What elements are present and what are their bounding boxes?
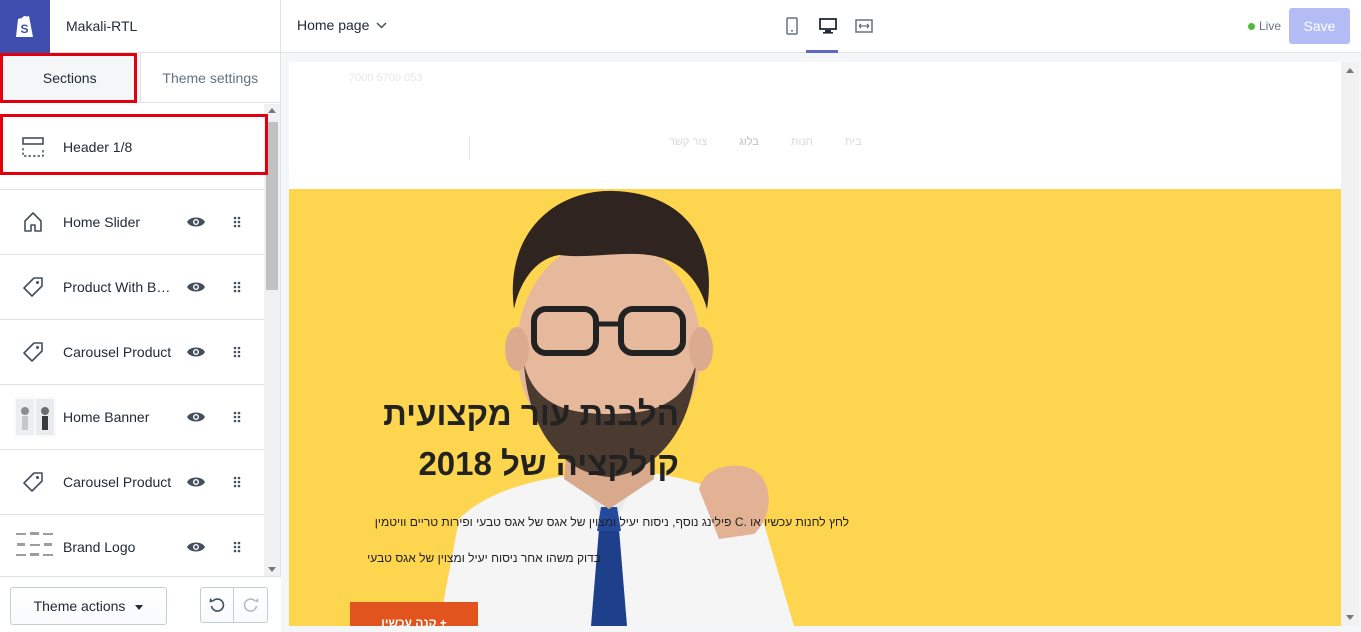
preview-phone: 7000 5700 053 <box>349 72 423 84</box>
section-home-banner[interactable]: Home Banner <box>0 385 264 450</box>
full-width-view-button[interactable] <box>853 14 875 38</box>
live-status-label: Live <box>1259 19 1282 33</box>
shop-now-button[interactable]: + קנה עכשיו <box>350 602 478 626</box>
section-carousel-product-2[interactable]: Carousel Product <box>0 450 264 515</box>
tab-theme-settings[interactable]: Theme settings <box>141 53 281 102</box>
brand-bar: S Makali-RTL <box>0 0 280 53</box>
section-label: Product With Ba… <box>63 279 178 295</box>
section-label: Home Banner <box>63 409 150 425</box>
hero-banner: הלבנת עור מקצועית קולקציה של 2018 לחץ לח… <box>289 189 1341 626</box>
hero-subtitle: לחץ לחנות עכשיו או .C פילינג נוסף, ניסוח… <box>374 515 849 529</box>
preview-scrollbar[interactable] <box>1341 62 1359 626</box>
eye-icon[interactable] <box>186 345 206 359</box>
redo-icon <box>243 598 258 612</box>
preview-nav-item[interactable]: חנות <box>791 136 813 148</box>
section-label: Home Slider <box>63 214 141 230</box>
preview-divider <box>469 136 470 160</box>
sidebar-tabs: Sections Theme settings <box>0 53 280 103</box>
theme-actions-label: Theme actions <box>33 598 126 614</box>
scroll-down-icon[interactable] <box>268 567 276 572</box>
store-name: Makali-RTL <box>66 18 138 34</box>
sections-list: Header 1/8 Home Slider Product With Ba… <box>0 104 264 576</box>
scroll-up-icon[interactable] <box>1346 68 1354 73</box>
hero-title-line: הלבנת עור מקצועית <box>383 395 679 432</box>
section-home-slider[interactable]: Home Slider <box>0 190 264 255</box>
section-label: Brand Logo <box>63 539 136 555</box>
page-selector[interactable]: Home page <box>297 17 387 33</box>
preview-nav-item[interactable]: בית <box>845 136 862 148</box>
preview-nav-item[interactable]: בלוג <box>739 136 759 148</box>
scroll-up-icon[interactable] <box>268 108 276 113</box>
hero-title-line: קולקציה של 2018 <box>418 445 679 482</box>
tab-sections[interactable]: Sections <box>0 53 141 102</box>
device-toggle <box>781 14 875 38</box>
tag-icon <box>14 466 56 498</box>
drag-handle-icon[interactable] <box>232 345 242 359</box>
drag-handle-icon[interactable] <box>232 475 242 489</box>
scrollbar-thumb[interactable] <box>266 122 278 290</box>
theme-editor: S Makali-RTL Sections Theme settings Hea… <box>0 0 1361 632</box>
theme-actions-button[interactable]: Theme actions <box>10 587 167 625</box>
mobile-icon <box>786 17 798 35</box>
eye-icon[interactable] <box>186 540 206 554</box>
live-status-dot <box>1248 22 1255 30</box>
header-layout-icon <box>14 131 56 163</box>
banner-thumbnail <box>14 397 56 437</box>
drag-handle-icon[interactable] <box>232 410 242 424</box>
eye-icon[interactable] <box>186 410 206 424</box>
desktop-icon <box>819 18 837 34</box>
tag-icon <box>14 336 56 368</box>
drag-handle-icon[interactable] <box>232 280 242 294</box>
home-icon <box>14 206 56 238</box>
top-bar: Home page Live Save <box>281 0 1361 53</box>
active-device-indicator <box>806 50 838 53</box>
chevron-down-icon <box>376 21 387 29</box>
tag-icon <box>14 271 56 303</box>
drag-handle-icon[interactable] <box>232 215 242 229</box>
undo-button[interactable] <box>200 587 234 623</box>
page-selector-label: Home page <box>297 17 370 33</box>
section-label: Carousel Product <box>63 344 172 360</box>
eye-icon[interactable] <box>186 215 206 229</box>
hero-title: הלבנת עור מקצועית קולקציה של 2018 <box>349 389 679 489</box>
section-carousel-product[interactable]: Carousel Product <box>0 320 264 385</box>
section-header[interactable]: Header 1/8 <box>0 104 264 190</box>
mobile-view-button[interactable] <box>781 14 803 38</box>
store-preview[interactable]: 7000 5700 053 בית חנות בלוג צור קשר הלבנ… <box>289 62 1341 626</box>
section-label: Carousel Product <box>63 474 172 490</box>
desktop-view-button[interactable] <box>817 14 839 38</box>
scroll-down-icon[interactable] <box>1346 615 1354 620</box>
full-width-icon <box>855 19 873 33</box>
sidebar-footer: Theme actions <box>0 576 281 632</box>
caret-down-icon <box>135 605 144 610</box>
section-product-with-banner[interactable]: Product With Ba… <box>0 255 264 320</box>
section-label: Header 1/8 <box>63 138 133 155</box>
drag-handle-icon[interactable] <box>232 540 242 554</box>
undo-icon <box>209 598 225 612</box>
sidebar-scrollbar[interactable] <box>264 104 280 576</box>
sidebar: S Makali-RTL Sections Theme settings Hea… <box>0 0 281 632</box>
live-status: Live <box>1248 19 1281 33</box>
redo-button[interactable] <box>234 587 268 623</box>
preview-nav-item[interactable]: צור קשר <box>669 136 707 148</box>
preview-nav: בית חנות בלוג צור קשר <box>669 136 862 148</box>
eye-icon[interactable] <box>186 475 206 489</box>
svg-text:S: S <box>21 22 29 36</box>
eye-icon[interactable] <box>186 280 206 294</box>
brand-logo-thumbnail <box>14 527 56 567</box>
hero-subtitle-2: בדוק משהו אחר ניסוח יעיל ומצוין של אגס ט… <box>367 551 601 565</box>
section-brand-logo[interactable]: Brand Logo <box>0 515 264 576</box>
save-button[interactable]: Save <box>1289 8 1350 44</box>
shopify-logo-icon[interactable]: S <box>0 0 50 53</box>
